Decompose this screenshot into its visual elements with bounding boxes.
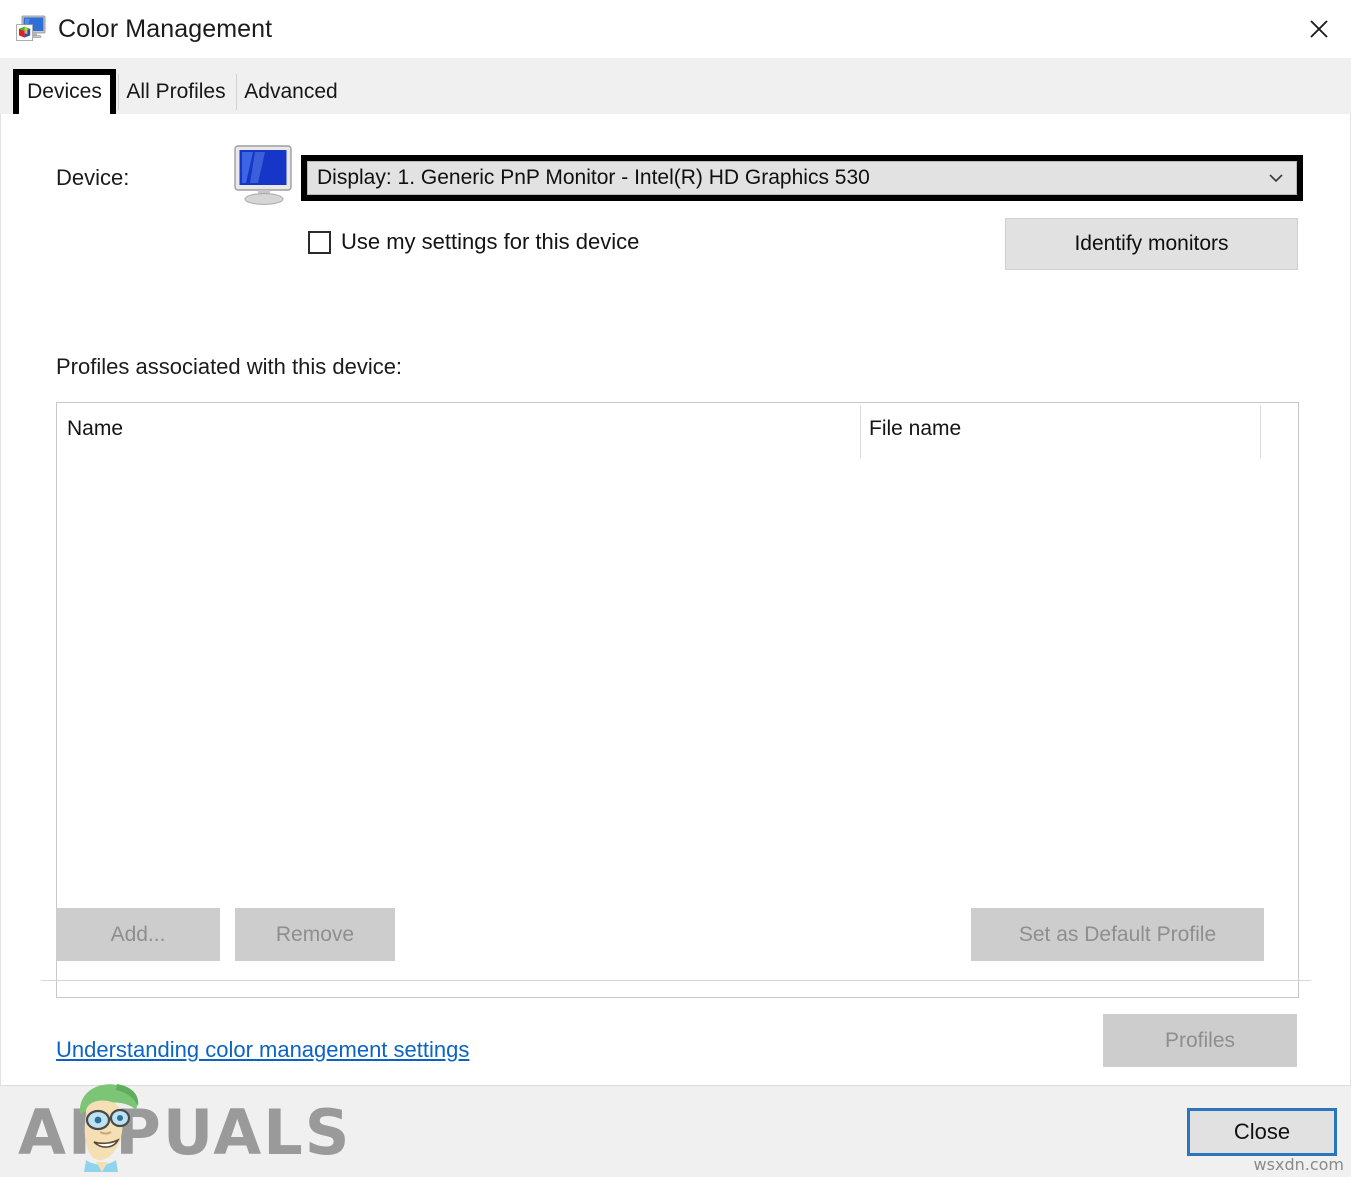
title-bar: Color Management	[0, 0, 1351, 59]
remove-button[interactable]: Remove	[235, 908, 395, 961]
devices-tab-panel: Device: Display: 1. Generic PnP Monitor …	[0, 114, 1351, 1085]
tab-strip: Devices All Profiles Advanced	[0, 58, 1351, 115]
dialog-footer: APPUALS Close wsxdn.com	[0, 1084, 1351, 1177]
use-my-settings-checkbox[interactable]	[308, 230, 331, 254]
identify-monitors-button[interactable]: Identify monitors	[1005, 218, 1298, 270]
tab-divider	[118, 74, 119, 110]
profiles-listview-header: Name File name	[57, 403, 1298, 459]
chevron-down-icon	[1266, 168, 1286, 188]
appuals-watermark: APPUALS	[18, 1084, 352, 1172]
profiles-associated-label: Profiles associated with this device:	[56, 354, 403, 379]
profiles-button-label: Profiles	[1164, 1028, 1236, 1052]
close-button-label: Close	[1233, 1119, 1291, 1144]
close-icon[interactable]	[1287, 0, 1351, 57]
device-combobox-value: Display: 1. Generic PnP Monitor - Intel(…	[317, 166, 870, 189]
window-title: Color Management	[58, 14, 273, 43]
tab-devices[interactable]: Devices	[19, 69, 110, 114]
use-my-settings-checkbox-row[interactable]: Use my settings for this device	[308, 229, 639, 255]
tab-all-profiles-label: All Profiles	[126, 79, 226, 103]
appuals-mascot-icon	[70, 1080, 148, 1172]
profiles-button[interactable]: Profiles	[1103, 1014, 1297, 1067]
understanding-color-management-link[interactable]: Understanding color management settings	[56, 1037, 469, 1063]
use-my-settings-label: Use my settings for this device	[341, 229, 640, 254]
device-label: Device:	[56, 165, 130, 190]
wsxdn-watermark: wsxdn.com	[1253, 1155, 1344, 1174]
color-management-icon	[16, 15, 46, 43]
tab-divider	[236, 74, 237, 110]
column-divider[interactable]	[1260, 405, 1261, 458]
column-header-file-name[interactable]: File name	[869, 417, 961, 441]
column-divider[interactable]	[860, 405, 861, 458]
identify-monitors-label: Identify monitors	[1074, 232, 1229, 255]
tab-advanced-label: Advanced	[244, 79, 338, 103]
device-combobox[interactable]: Display: 1. Generic PnP Monitor - Intel(…	[307, 161, 1297, 195]
color-management-window: Color Management Devices All Profiles Ad…	[0, 0, 1351, 1177]
tab-all-profiles[interactable]: All Profiles	[122, 69, 230, 114]
monitor-icon	[231, 144, 297, 206]
close-button[interactable]: Close	[1187, 1108, 1337, 1156]
set-as-default-profile-button[interactable]: Set as Default Profile	[971, 908, 1264, 961]
set-as-default-profile-label: Set as Default Profile	[1018, 922, 1217, 946]
annotation-highlight-device-combo: Display: 1. Generic PnP Monitor - Intel(…	[301, 155, 1303, 201]
tab-devices-label: Devices	[27, 79, 102, 103]
remove-button-label: Remove	[275, 922, 355, 946]
tab-advanced[interactable]: Advanced	[240, 69, 342, 114]
add-button-label: Add...	[110, 922, 166, 946]
section-divider	[41, 980, 1311, 981]
add-button[interactable]: Add...	[56, 908, 220, 961]
column-header-name[interactable]: Name	[67, 417, 123, 441]
appuals-watermark-text: APPUALS	[18, 1096, 352, 1169]
